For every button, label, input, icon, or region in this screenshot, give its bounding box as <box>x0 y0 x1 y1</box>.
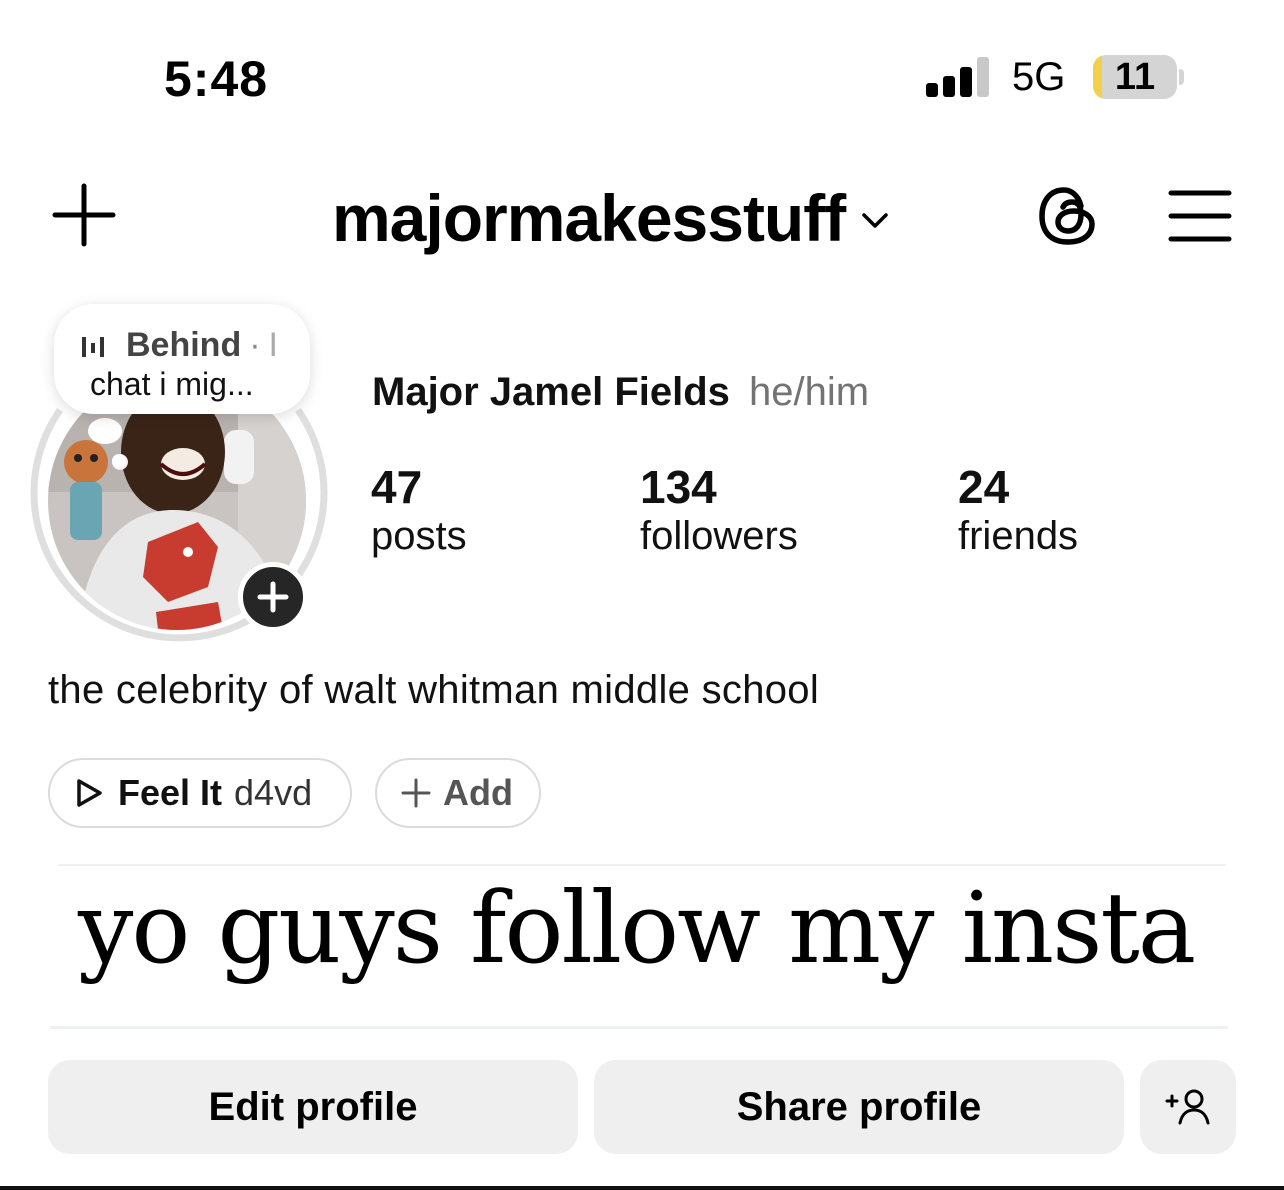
discover-people-button[interactable] <box>1140 1060 1236 1154</box>
username: majormakesstuff <box>332 181 846 255</box>
music-equalizer-icon <box>82 336 104 357</box>
note-bubble-tail <box>88 418 122 444</box>
profile-music-pill[interactable]: Feel It d4vd <box>48 758 352 828</box>
play-icon <box>77 779 102 807</box>
music-song: Feel It <box>118 772 223 813</box>
plus-icon <box>401 778 431 808</box>
network-type: 5G <box>1012 55 1066 99</box>
share-profile-button[interactable]: Share profile <box>594 1060 1124 1154</box>
banner-text: yo guys follow my insta <box>78 872 1196 986</box>
edit-profile-button[interactable]: Edit profile <box>48 1060 578 1154</box>
account-switcher[interactable]: majormakesstuff <box>332 180 889 256</box>
banner-divider-bottom <box>50 1026 1228 1029</box>
stat-friends[interactable]: 24 friends <box>958 460 1078 559</box>
stat-followers-count: 134 <box>640 461 717 513</box>
bottom-edge <box>0 1186 1284 1190</box>
battery-indicator: 11 <box>1093 55 1185 99</box>
chevron-down-icon <box>862 213 888 228</box>
menu-hamburger-icon[interactable] <box>1168 188 1232 244</box>
add-story-button[interactable] <box>238 562 308 632</box>
stat-followers-label: followers <box>640 514 798 558</box>
threads-icon[interactable] <box>1036 184 1100 248</box>
stat-followers[interactable]: 134 followers <box>640 460 798 559</box>
add-label: Add <box>443 772 513 813</box>
banner-divider-top <box>58 864 1226 866</box>
bio: the celebrity of walt whitman middle sch… <box>48 668 820 712</box>
note-text: chat i mig... <box>90 366 254 402</box>
note-song-title: Behind <box>126 326 242 364</box>
music-artist: d4vd <box>234 772 313 813</box>
battery-percent: 11 <box>1114 56 1156 98</box>
add-link-button[interactable]: Add <box>375 758 541 828</box>
stat-friends-label: friends <box>958 514 1079 558</box>
stat-posts-label: posts <box>371 514 467 558</box>
stat-posts[interactable]: 47 posts <box>371 460 467 559</box>
cellular-signal-icon <box>926 57 989 97</box>
pronouns: he/him <box>749 370 870 414</box>
stat-posts-count: 47 <box>371 461 423 513</box>
note-song-artist: I <box>268 326 278 364</box>
plus-icon <box>257 581 289 613</box>
note-bubble-tail-dot <box>112 454 126 468</box>
note-separator: · <box>249 326 261 364</box>
status-time: 5:48 <box>164 51 269 107</box>
full-name: Major Jamel Fields <box>372 370 730 414</box>
add-person-icon <box>1165 1089 1210 1125</box>
create-plus-icon[interactable] <box>52 183 116 247</box>
stat-friends-count: 24 <box>958 461 1010 513</box>
profile-name-row: Major Jamel Fields he/him <box>372 370 869 415</box>
note-bubble[interactable]: Behind · I chat i mig... <box>54 304 310 414</box>
